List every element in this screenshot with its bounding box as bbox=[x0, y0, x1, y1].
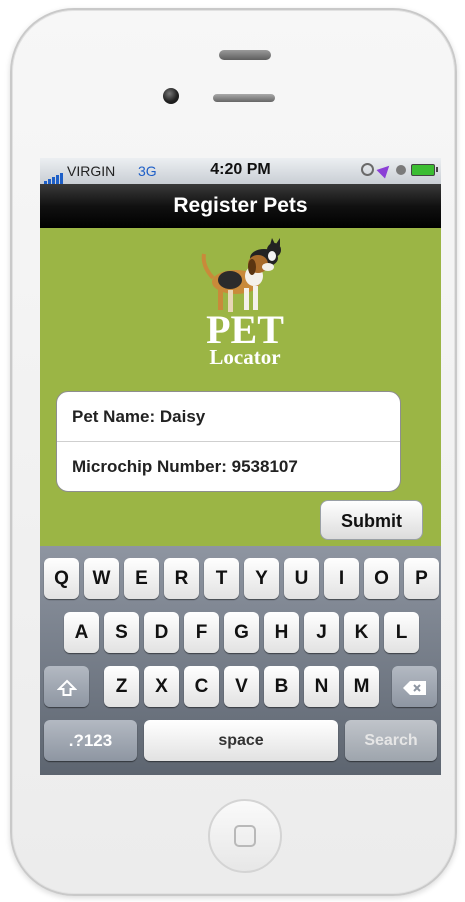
key-o[interactable]: O bbox=[364, 558, 399, 599]
key-d[interactable]: D bbox=[144, 612, 179, 653]
registration-form: Pet Name: Daisy Microchip Number: 953810… bbox=[56, 391, 401, 492]
battery-icon bbox=[411, 163, 438, 176]
key-m[interactable]: M bbox=[344, 666, 379, 707]
page-title: Register Pets bbox=[173, 194, 308, 217]
nav-bar: Register Pets bbox=[40, 184, 441, 228]
numbers-key[interactable]: .?123 bbox=[44, 720, 137, 761]
front-camera bbox=[163, 88, 179, 104]
home-button[interactable] bbox=[208, 799, 282, 873]
shift-key[interactable] bbox=[44, 666, 89, 707]
on-screen-keyboard: Q W E R T Y U I O P A S D F G H J K L Z … bbox=[40, 546, 441, 775]
space-key[interactable]: space bbox=[144, 720, 338, 761]
logo-text-locator: Locator bbox=[209, 345, 281, 369]
pet-name-field[interactable]: Pet Name: Daisy bbox=[57, 392, 400, 441]
key-t[interactable]: T bbox=[204, 558, 239, 599]
key-l[interactable]: L bbox=[384, 612, 419, 653]
key-n[interactable]: N bbox=[304, 666, 339, 707]
microchip-number-field[interactable]: Microchip Number: 9538107 bbox=[57, 441, 400, 491]
key-f[interactable]: F bbox=[184, 612, 219, 653]
shift-icon bbox=[56, 679, 77, 696]
speaker-grille bbox=[219, 50, 271, 60]
key-g[interactable]: G bbox=[224, 612, 259, 653]
rotation-lock-icon bbox=[361, 163, 374, 176]
dog-cat-illustration bbox=[201, 238, 281, 312]
location-arrow-icon bbox=[376, 161, 394, 178]
earpiece bbox=[213, 94, 275, 102]
key-h[interactable]: H bbox=[264, 612, 299, 653]
key-r[interactable]: R bbox=[164, 558, 199, 599]
key-b[interactable]: B bbox=[264, 666, 299, 707]
key-p[interactable]: P bbox=[404, 558, 439, 599]
search-key[interactable]: Search bbox=[345, 720, 437, 761]
content-area: PET Locator Pet Name: Daisy Microchip Nu… bbox=[40, 228, 441, 546]
key-z[interactable]: Z bbox=[104, 666, 139, 707]
pet-locator-logo: PET Locator bbox=[180, 236, 310, 376]
key-s[interactable]: S bbox=[104, 612, 139, 653]
status-bar: VIRGIN 3G 4:20 PM bbox=[40, 158, 441, 184]
key-u[interactable]: U bbox=[284, 558, 319, 599]
screen: VIRGIN 3G 4:20 PM Register Pets PET Loca… bbox=[40, 158, 441, 775]
key-e[interactable]: E bbox=[124, 558, 159, 599]
submit-button[interactable]: Submit bbox=[320, 500, 423, 540]
key-y[interactable]: Y bbox=[244, 558, 279, 599]
key-a[interactable]: A bbox=[64, 612, 99, 653]
key-v[interactable]: V bbox=[224, 666, 259, 707]
key-w[interactable]: W bbox=[84, 558, 119, 599]
key-j[interactable]: J bbox=[304, 612, 339, 653]
backspace-icon bbox=[402, 680, 426, 695]
logo-text-pet: PET bbox=[206, 307, 284, 352]
key-c[interactable]: C bbox=[184, 666, 219, 707]
backspace-key[interactable] bbox=[392, 666, 437, 707]
key-i[interactable]: I bbox=[324, 558, 359, 599]
alarm-icon bbox=[396, 164, 406, 175]
key-q[interactable]: Q bbox=[44, 558, 79, 599]
key-x[interactable]: X bbox=[144, 666, 179, 707]
home-square-icon bbox=[234, 825, 256, 847]
key-k[interactable]: K bbox=[344, 612, 379, 653]
